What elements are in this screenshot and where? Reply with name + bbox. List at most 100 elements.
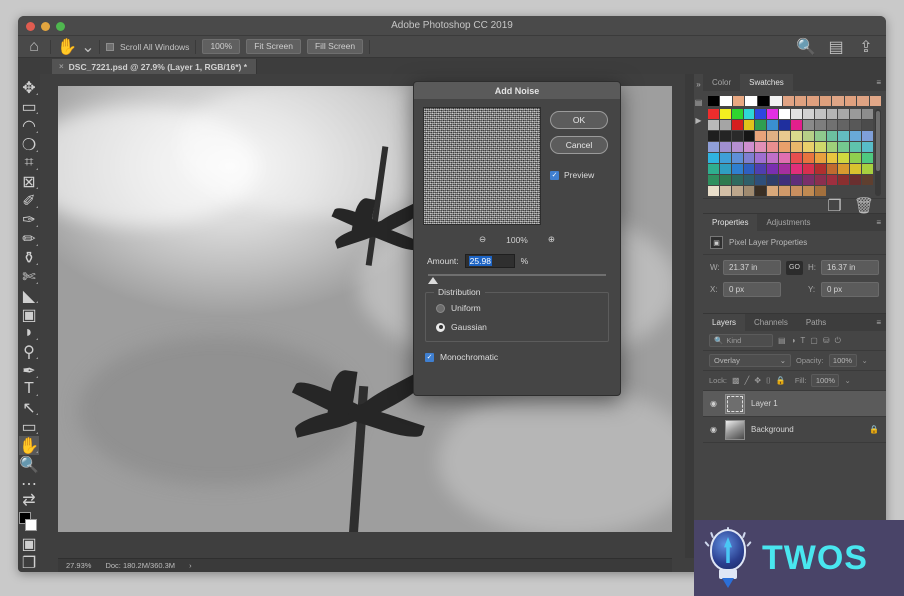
chevron-down-icon[interactable]: ⌄ xyxy=(83,39,93,55)
swatches-scrollbar[interactable] xyxy=(875,109,881,196)
fit-screen-button[interactable]: Fit Screen xyxy=(246,39,301,54)
swatch-cell[interactable] xyxy=(862,186,873,196)
swatch-cell[interactable] xyxy=(732,153,743,163)
swatch-cell[interactable] xyxy=(850,131,861,141)
hand-tool[interactable]: ✋ xyxy=(19,436,39,455)
swatch-cell[interactable] xyxy=(779,153,790,163)
home-icon[interactable]: ⌂ xyxy=(24,39,44,55)
swatch-cell[interactable] xyxy=(827,131,838,141)
swatch-cell[interactable] xyxy=(720,175,731,185)
swatch-cell[interactable] xyxy=(827,164,838,174)
canvas-vertical-scrollbar[interactable] xyxy=(685,74,694,558)
x-field[interactable]: 0 px xyxy=(723,282,781,297)
swatch-cell[interactable] xyxy=(862,175,873,185)
swatch-cell[interactable] xyxy=(862,120,873,130)
rectangular-marquee-tool[interactable]: ▭ xyxy=(19,97,39,116)
swatch-cell[interactable] xyxy=(708,120,719,130)
swatch-cell[interactable] xyxy=(862,109,873,119)
swatch-cell[interactable] xyxy=(767,153,778,163)
swatch-cell[interactable] xyxy=(815,109,826,119)
type-filter-icon[interactable]: T xyxy=(800,336,805,345)
swatch-cell[interactable] xyxy=(720,153,731,163)
quick-mask-icon[interactable]: ▣ xyxy=(19,534,39,553)
swatch-cell[interactable] xyxy=(838,120,849,130)
cancel-button[interactable]: Cancel xyxy=(550,136,608,154)
swatch-cell[interactable] xyxy=(850,175,861,185)
swatch-cell[interactable] xyxy=(733,96,744,106)
amount-input[interactable]: 25.98 xyxy=(465,254,515,268)
layer-filter-kind-select[interactable]: 🔍 Kind xyxy=(709,334,773,347)
swatch-cell[interactable] xyxy=(779,131,790,141)
swatch-cell[interactable] xyxy=(755,109,766,119)
swatch-cell[interactable] xyxy=(770,96,781,106)
workspace-switcher-icon[interactable]: ▤ xyxy=(826,39,846,55)
swatch-cell[interactable] xyxy=(862,131,873,141)
swatch-cell[interactable] xyxy=(720,186,731,196)
y-field[interactable]: 0 px xyxy=(821,282,879,297)
gradient-tool[interactable]: ▣ xyxy=(19,305,39,324)
swatch-cell[interactable] xyxy=(745,96,756,106)
swatch-cell[interactable] xyxy=(744,153,755,163)
swatch-cell[interactable] xyxy=(850,153,861,163)
blend-mode-select[interactable]: Overlay ⌄ xyxy=(709,354,791,367)
smart-object-filter-icon[interactable]: ⛁ xyxy=(823,336,830,345)
chevron-down-icon[interactable]: ⌄ xyxy=(862,356,868,365)
swatch-cell[interactable] xyxy=(708,153,719,163)
swap-colors-icon[interactable]: ⇄ xyxy=(19,493,39,507)
blur-tool[interactable]: ◗ xyxy=(19,324,39,342)
swatch-cell[interactable] xyxy=(732,186,743,196)
swatch-cell[interactable] xyxy=(767,120,778,130)
swatch-cell[interactable] xyxy=(708,186,719,196)
swatch-top-row[interactable] xyxy=(703,91,886,109)
swatch-cell[interactable] xyxy=(755,186,766,196)
move-tool[interactable]: ✥ xyxy=(19,78,39,97)
screen-mode-icon[interactable]: ❐ xyxy=(19,553,39,572)
swatch-cell[interactable] xyxy=(708,109,719,119)
swatch-cell[interactable] xyxy=(720,120,731,130)
swatch-cell[interactable] xyxy=(783,96,794,106)
add-noise-dialog[interactable]: Add Noise OK Cancel ✓ Preview ⊖ 100% ⊕ A… xyxy=(413,81,621,396)
tab-paths[interactable]: Paths xyxy=(797,314,835,331)
zoom-in-icon[interactable]: ⊕ xyxy=(548,234,555,245)
panel-menu-icon[interactable]: ≡ xyxy=(876,219,881,227)
preview-checkbox-row[interactable]: ✓ Preview xyxy=(550,170,608,180)
swatch-cell[interactable] xyxy=(791,186,802,196)
pixel-filter-icon[interactable]: ▤ xyxy=(778,336,786,345)
swatch-cell[interactable] xyxy=(732,120,743,130)
type-tool[interactable]: T xyxy=(19,380,39,398)
swatch-cell[interactable] xyxy=(803,109,814,119)
swatch-cell[interactable] xyxy=(791,175,802,185)
color-swatches[interactable] xyxy=(19,512,39,528)
swatch-cell[interactable] xyxy=(791,153,802,163)
lock-position-icon[interactable]: ✥ xyxy=(754,376,761,385)
trash-icon[interactable]: 🗑 xyxy=(854,196,874,216)
swatch-cell[interactable] xyxy=(827,153,838,163)
tab-channels[interactable]: Channels xyxy=(745,314,797,331)
swatch-cell[interactable] xyxy=(857,96,868,106)
width-field[interactable]: 21.37 in xyxy=(723,260,781,275)
swatch-cell[interactable] xyxy=(779,175,790,185)
swatch-cell[interactable] xyxy=(744,131,755,141)
swatch-cell[interactable] xyxy=(815,120,826,130)
search-icon[interactable]: 🔍 xyxy=(796,39,816,55)
swatch-cell[interactable] xyxy=(838,131,849,141)
swatch-cell[interactable] xyxy=(815,164,826,174)
swatch-cell[interactable] xyxy=(803,120,814,130)
layer-row-background[interactable]: ◉ Background 🔒 xyxy=(703,417,886,443)
tab-adjustments[interactable]: Adjustments xyxy=(757,214,819,231)
swatch-cell[interactable] xyxy=(862,153,873,163)
spot-healing-brush-tool[interactable]: ✑ xyxy=(19,210,39,229)
swatch-cell[interactable] xyxy=(708,131,719,141)
swatch-cell[interactable] xyxy=(767,164,778,174)
swatch-cell[interactable] xyxy=(755,142,766,152)
swatch-cell[interactable] xyxy=(732,109,743,119)
swatch-cell[interactable] xyxy=(832,96,843,106)
tab-properties[interactable]: Properties xyxy=(703,214,757,231)
swatch-cell[interactable] xyxy=(827,186,838,196)
dodge-tool[interactable]: ⚲ xyxy=(19,342,39,361)
swatch-grid[interactable] xyxy=(708,109,873,196)
preview-checkbox[interactable]: ✓ xyxy=(550,171,559,180)
tab-swatches[interactable]: Swatches xyxy=(740,74,793,91)
monochromatic-row[interactable]: ✓ Monochromatic xyxy=(414,342,620,362)
swatch-cell[interactable] xyxy=(803,153,814,163)
